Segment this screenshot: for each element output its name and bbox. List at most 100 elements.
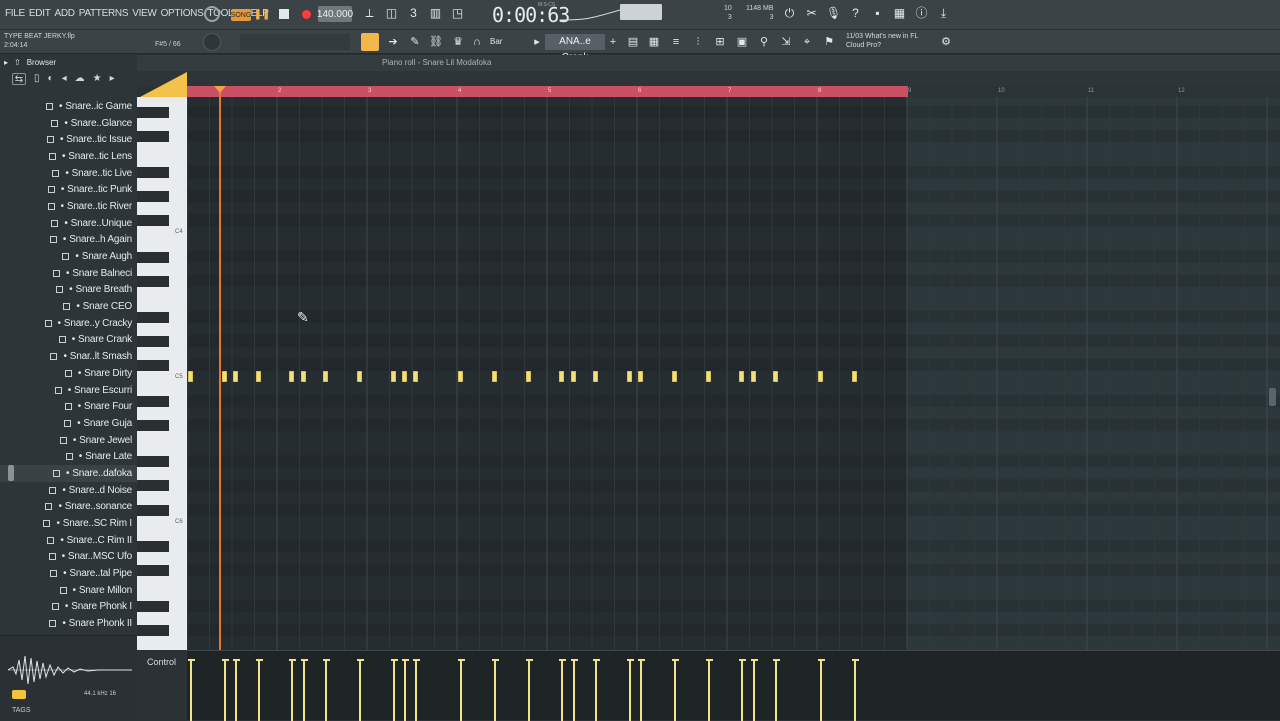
browser-item[interactable]: • Snare Escurri bbox=[0, 382, 137, 399]
browser-item[interactable]: • Snare..Glance bbox=[0, 115, 137, 132]
note[interactable] bbox=[705, 371, 711, 382]
velocity-handle[interactable] bbox=[233, 659, 240, 661]
note[interactable] bbox=[818, 371, 823, 382]
black-key[interactable] bbox=[137, 275, 169, 287]
note[interactable] bbox=[773, 371, 778, 382]
velocity-bar[interactable] bbox=[460, 659, 462, 721]
black-key[interactable] bbox=[137, 335, 169, 347]
menu-file[interactable]: FILE bbox=[5, 8, 25, 19]
menu-options[interactable]: OPTIONS bbox=[161, 8, 204, 19]
velocity-handle[interactable] bbox=[750, 659, 758, 661]
velocity-bar[interactable] bbox=[707, 659, 710, 721]
browser-item[interactable]: • Snare Phonk II bbox=[0, 615, 137, 632]
velocity-bar[interactable] bbox=[325, 659, 327, 721]
browser-item[interactable]: • Snare..tic Issue bbox=[0, 131, 137, 148]
browser-item[interactable]: • Snare..tal Pipe bbox=[0, 565, 137, 582]
velocity-handle[interactable] bbox=[188, 659, 195, 661]
velocity-bar[interactable] bbox=[392, 659, 395, 721]
piano-roll-icon[interactable] bbox=[361, 33, 379, 51]
mixer-icon[interactable]: ≡ bbox=[669, 35, 683, 49]
velocity-bar[interactable] bbox=[561, 659, 564, 721]
download-icon[interactable]: ⤓ bbox=[936, 6, 951, 21]
note[interactable] bbox=[188, 371, 193, 382]
note[interactable] bbox=[593, 371, 598, 382]
magnet-icon[interactable]: ∩ bbox=[470, 35, 484, 49]
blend-notes-icon[interactable]: ◳ bbox=[450, 6, 465, 21]
browser-item[interactable]: • Snare..dafoka bbox=[0, 465, 137, 482]
velocity-bar[interactable] bbox=[775, 659, 777, 721]
velocity-bar[interactable] bbox=[853, 659, 856, 721]
velocity-bar[interactable] bbox=[291, 659, 294, 721]
black-key[interactable] bbox=[137, 106, 169, 118]
browser-item[interactable]: • Snare Breath bbox=[0, 282, 137, 299]
project-browser-icon[interactable]: ⌖ bbox=[800, 35, 814, 49]
black-key[interactable] bbox=[137, 251, 169, 263]
playlist-icon[interactable]: ▤ bbox=[626, 35, 640, 49]
loop-mode-icon[interactable] bbox=[204, 6, 220, 22]
note[interactable] bbox=[559, 371, 565, 382]
pattern-select[interactable]: ANA..e Crank bbox=[545, 34, 605, 63]
tools-icon[interactable]: ✂ bbox=[804, 6, 819, 21]
note[interactable] bbox=[221, 371, 227, 382]
playlist-arrow-icon[interactable]: ➔ bbox=[386, 35, 400, 49]
black-key[interactable] bbox=[137, 456, 169, 468]
note-grid[interactable] bbox=[187, 97, 1280, 650]
save-icon[interactable]: ▪ bbox=[870, 6, 885, 21]
velocity-bar[interactable] bbox=[595, 659, 597, 721]
note[interactable] bbox=[570, 371, 576, 382]
velocity-handle[interactable] bbox=[671, 659, 679, 661]
tempo-display[interactable]: 140.000 bbox=[317, 6, 353, 22]
note[interactable] bbox=[851, 371, 857, 382]
browser-item[interactable]: • Snar..lt Smash bbox=[0, 348, 137, 365]
snap-select[interactable]: Bar bbox=[486, 35, 522, 49]
wait-input-icon[interactable]: ◫ bbox=[384, 6, 399, 21]
browser-item[interactable]: • Snare..h Again bbox=[0, 232, 137, 249]
note[interactable] bbox=[255, 371, 261, 382]
browser-item[interactable]: • Snare Phonk I bbox=[0, 599, 137, 616]
velocity-bar[interactable] bbox=[752, 659, 755, 721]
vertical-scroll-handle[interactable] bbox=[1269, 388, 1276, 406]
song-mode-button[interactable]: SONG bbox=[231, 9, 251, 21]
menu-edit[interactable]: EDIT bbox=[29, 8, 51, 19]
velocity-bar[interactable] bbox=[527, 659, 530, 721]
browser-menu-icon[interactable]: ▸ bbox=[4, 58, 8, 67]
velocity-handle[interactable] bbox=[705, 659, 713, 661]
browser-item[interactable]: • Snare CEO bbox=[0, 298, 137, 315]
browser-item[interactable]: • Snare..tic Lens bbox=[0, 148, 137, 165]
pause-icon[interactable]: ❚❚ bbox=[254, 6, 271, 22]
black-key[interactable] bbox=[137, 480, 169, 492]
velocity-bar[interactable] bbox=[640, 659, 642, 721]
browser-item[interactable]: • Snare Crank bbox=[0, 332, 137, 349]
info-icon[interactable]: ⓘ bbox=[914, 6, 929, 21]
link-icon[interactable]: ⛓ bbox=[429, 35, 443, 49]
browser-item[interactable]: • Snare..Unique bbox=[0, 215, 137, 232]
settings-gear-icon[interactable]: ⚙ bbox=[939, 35, 953, 49]
velocity-bar[interactable] bbox=[415, 659, 417, 721]
news-panel[interactable]: 11/03 What's new in FL Cloud Pro? bbox=[846, 32, 918, 50]
velocity-handle[interactable] bbox=[570, 659, 578, 661]
pattern-arrow-icon[interactable]: ▸ bbox=[530, 35, 544, 49]
black-key[interactable] bbox=[137, 167, 169, 179]
velocity-bar[interactable] bbox=[493, 659, 496, 721]
black-key[interactable] bbox=[137, 625, 169, 637]
menu-add[interactable]: ADD bbox=[55, 8, 76, 19]
browser-pin-icon[interactable]: ⇧ bbox=[14, 58, 21, 67]
velocity-handle[interactable] bbox=[525, 659, 533, 661]
velocity-bar[interactable] bbox=[235, 659, 237, 721]
back-icon[interactable]: ◂ bbox=[62, 73, 67, 85]
velocity-bar[interactable] bbox=[820, 659, 822, 721]
velocity-bar[interactable] bbox=[358, 659, 361, 721]
note[interactable] bbox=[390, 371, 396, 382]
browser-item[interactable]: • Snare Guja bbox=[0, 415, 137, 432]
note[interactable] bbox=[671, 371, 677, 382]
preview-play-button[interactable] bbox=[12, 690, 26, 699]
browser-item[interactable]: • Snare..SC Rim I bbox=[0, 515, 137, 532]
black-key[interactable] bbox=[137, 540, 169, 552]
menu-view[interactable]: VIEW bbox=[132, 8, 157, 19]
note[interactable] bbox=[750, 371, 756, 382]
browser-item[interactable]: • Snare Millon bbox=[0, 582, 137, 599]
browser-item[interactable]: • Snare..ic Game bbox=[0, 98, 137, 115]
browser-icon[interactable]: ▣ bbox=[735, 35, 749, 49]
browser-item[interactable]: • Snare..C Rim II bbox=[0, 532, 137, 549]
velocity-bar[interactable] bbox=[741, 659, 744, 721]
